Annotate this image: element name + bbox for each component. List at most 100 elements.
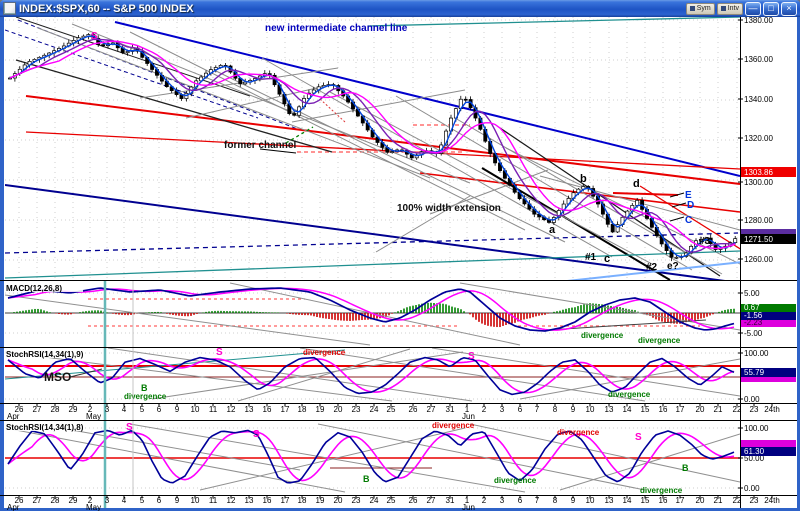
time-tick-label: 12 xyxy=(227,496,236,505)
chart-area[interactable]: new intermediate channel line former chan… xyxy=(0,0,800,511)
axis-label: 1380.00 xyxy=(744,16,773,25)
time-tick-label: 4 xyxy=(122,496,127,505)
annotation: divergence xyxy=(494,476,537,485)
time-tick-label: 2 xyxy=(482,405,487,414)
time-tick-label: 11 xyxy=(209,405,218,414)
time-tick-label: 3 xyxy=(500,405,505,414)
time-tick-label: 16 xyxy=(659,405,668,414)
axis-value-badge xyxy=(741,377,796,382)
time-tick-label: 6 xyxy=(518,496,523,505)
axis-label: 100.00 xyxy=(744,349,769,358)
candle-body xyxy=(610,223,615,233)
time-tick-label: 7 xyxy=(535,496,540,505)
annotation: 100% width extension xyxy=(397,203,501,214)
time-tick-label: 18 xyxy=(298,496,307,505)
time-tick-label: 14 xyxy=(623,496,632,505)
axis-label: 1360.00 xyxy=(744,55,773,64)
cp-s1-group: MSOS SdivergenceBdivergence divergence xyxy=(5,347,740,403)
time-tick-label: 9 xyxy=(175,405,180,414)
annotation: divergence xyxy=(640,486,683,495)
time-tick-label: 10 xyxy=(191,496,200,505)
time-tick-label: 6 xyxy=(157,496,162,505)
annotation: S xyxy=(253,429,260,440)
time-tick-label: 24 xyxy=(370,496,379,505)
candle-body xyxy=(125,51,130,54)
time-tick-label: 28 xyxy=(51,405,60,414)
time-tick-label: 14 xyxy=(623,405,632,414)
time-tick-label: 2 xyxy=(482,496,487,505)
candle-body xyxy=(635,200,640,206)
annotation: S xyxy=(468,351,475,362)
panel-label: MACD(12,26,8) xyxy=(6,284,62,293)
axis-value-badge xyxy=(741,440,796,447)
time-tick-label: 10 xyxy=(191,405,200,414)
time-tick-label: 17 xyxy=(676,496,685,505)
time-tick-label: 17 xyxy=(676,405,685,414)
candle-body xyxy=(101,44,106,47)
cp-s2-group: S S Sdivergence divergence divergence diverge… xyxy=(5,421,740,495)
annotation: former channel xyxy=(224,140,296,151)
time-tick-label: 25 xyxy=(387,496,396,505)
month-label: Apr xyxy=(7,412,20,421)
time-tick-label: 16 xyxy=(263,405,272,414)
time-tick-label: 12 xyxy=(227,405,236,414)
axis-label: 0.00 xyxy=(744,484,760,493)
annotation: divergence xyxy=(124,392,167,401)
time-tick-label: 31 xyxy=(446,496,455,505)
time-tick-label: 31 xyxy=(446,405,455,414)
axis-value-badge-text: 55.79 xyxy=(744,368,765,377)
time-tick-label: 27 xyxy=(33,405,42,414)
time-tick-label: 20 xyxy=(334,496,343,505)
annotation: divergence xyxy=(557,428,600,437)
time-tick-label: 20 xyxy=(696,496,705,505)
annotation: #2 xyxy=(646,262,658,273)
time-tick-label: 23 xyxy=(352,496,361,505)
annotation: S xyxy=(91,31,98,42)
time-tick-label: 20 xyxy=(334,405,343,414)
time-tick-label: 7 xyxy=(535,405,540,414)
axis-label: 1300.00 xyxy=(744,178,773,187)
month-label: May xyxy=(86,503,101,511)
month-label: Jun xyxy=(462,412,475,421)
time-tick-label: 26 xyxy=(409,405,418,414)
annotation: C xyxy=(685,215,692,226)
time-tick-label: 8 xyxy=(553,405,558,414)
time-tick-label: 10 xyxy=(586,405,595,414)
axis-label: 1320.00 xyxy=(744,134,773,143)
time-tick-label: 13 xyxy=(245,496,254,505)
axis-label: 1260.00 xyxy=(744,255,773,264)
time-tick-label: 18 xyxy=(298,405,307,414)
time-tick-label: 3 xyxy=(105,405,110,414)
time-tick-label: 9 xyxy=(571,496,576,505)
time-tick-label: 16 xyxy=(659,496,668,505)
time-tick-label: 26 xyxy=(409,496,418,505)
time-tick-label: 29 xyxy=(69,496,78,505)
time-tick-label: 17 xyxy=(281,405,290,414)
annotation: S xyxy=(216,347,223,358)
time-tick-label: 25 xyxy=(387,405,396,414)
time-tick-label: 22 xyxy=(733,496,742,505)
annotation: D xyxy=(687,200,694,211)
time-tick-label: 9 xyxy=(571,405,576,414)
time-tick-label: 27 xyxy=(427,405,436,414)
time-tick-label: 17 xyxy=(281,496,290,505)
time-tick-label: 4 xyxy=(122,405,127,414)
candle-body xyxy=(463,98,468,101)
axis-label: 1280.00 xyxy=(744,216,773,225)
time-tick-label: 24th xyxy=(764,405,780,414)
annotation: B xyxy=(682,463,689,473)
time-tick-label: 23 xyxy=(352,405,361,414)
annotation: #3 xyxy=(699,236,711,247)
annotation: divergence xyxy=(608,390,651,399)
annotation: divergence xyxy=(581,331,624,340)
time-tick-label: 6 xyxy=(518,405,523,414)
time-tick-label: 28 xyxy=(51,496,60,505)
annotation: B xyxy=(363,474,370,484)
panel-label: StochRSI(14,34(1),9) xyxy=(6,350,84,359)
annotation: a xyxy=(549,224,556,236)
time-tick-label: 22 xyxy=(733,405,742,414)
annotation: divergence xyxy=(303,348,346,357)
annotation: divergence xyxy=(638,336,681,345)
time-tick-label: 5 xyxy=(140,496,145,505)
time-tick-label: 19 xyxy=(316,405,325,414)
